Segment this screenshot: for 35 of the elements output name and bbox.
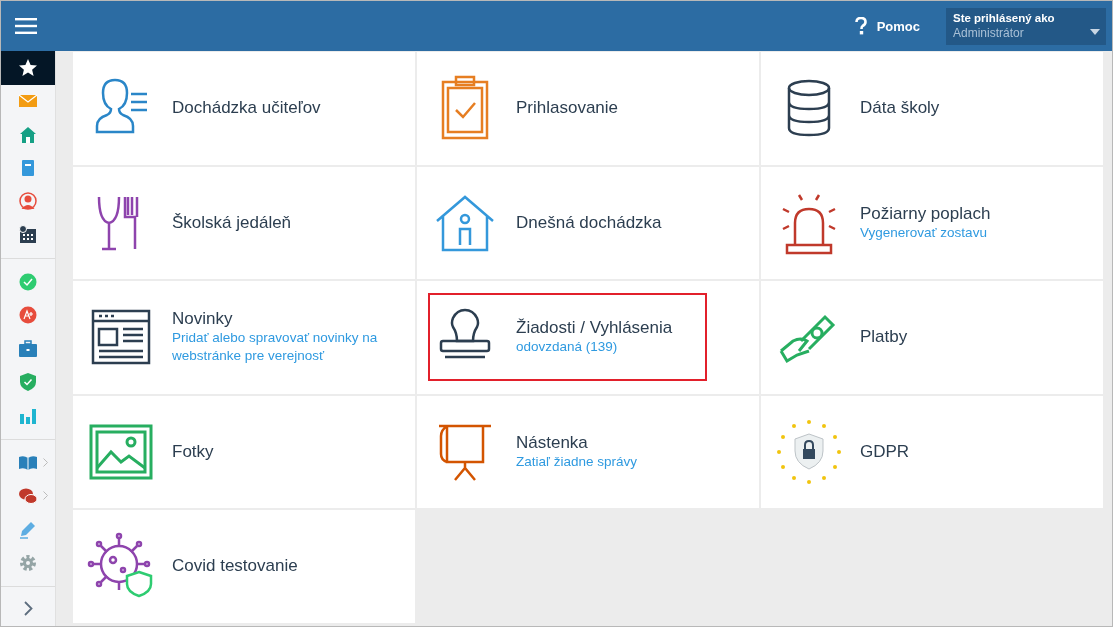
module-tile[interactable]: Fotky bbox=[73, 395, 415, 508]
tile-title: Novinky bbox=[172, 309, 234, 330]
tile-title: Dochádzka učiteľov bbox=[172, 98, 321, 119]
tile-title: GDPR bbox=[860, 441, 910, 462]
caret-icon bbox=[1090, 28, 1100, 35]
tile-title: Fotky bbox=[172, 441, 214, 462]
module-tile[interactable]: Platby bbox=[761, 281, 1103, 394]
module-tile[interactable]: Covid testovanie bbox=[73, 510, 415, 623]
module-tile[interactable]: Dnešná dochádzka bbox=[417, 166, 759, 279]
module-tile[interactable]: Žiadosti / Vyhlásenia odovzdaná (139) bbox=[417, 281, 759, 394]
chevron-icon bbox=[23, 600, 33, 616]
module-tile[interactable]: Dáta školy bbox=[761, 52, 1103, 165]
module-tile[interactable]: Prihlasovanie bbox=[417, 52, 759, 165]
tile-title: Dáta školy bbox=[860, 98, 940, 119]
module-tile[interactable]: Novinky Pridať alebo spravovať novinky na webstránke pre verejnosť bbox=[73, 281, 415, 394]
chevron-icon bbox=[43, 491, 48, 500]
tile-title: Dnešná dochádzka bbox=[516, 212, 662, 233]
module-tile[interactable]: Požiarny poplach Vygenerovať zostavu bbox=[761, 166, 1103, 279]
tile-title: Platby bbox=[860, 327, 908, 348]
sidebar-item[interactable] bbox=[1, 51, 55, 85]
module-tile[interactable]: Dochádzka učiteľov bbox=[73, 52, 415, 165]
tile-title: Žiadosti / Vyhlásenia bbox=[516, 318, 673, 339]
menu-icon bbox=[15, 18, 37, 34]
help-icon bbox=[854, 17, 867, 35]
tile-title: Covid testovanie bbox=[172, 556, 298, 577]
module-tile[interactable]: Školská jedáleň bbox=[73, 166, 415, 279]
tile-title: Požiarny poplach bbox=[860, 203, 991, 224]
tile-title: Školská jedáleň bbox=[172, 212, 292, 233]
tile-title: Nástenka bbox=[516, 432, 589, 453]
user-dropdown[interactable]: Ste prihlásený ako Administrátor bbox=[946, 7, 1106, 45]
tile-title: Prihlasovanie bbox=[516, 98, 619, 119]
help-button[interactable]: Pomoc bbox=[854, 17, 920, 35]
module-tile[interactable]: Nástenka Zatiaľ žiadne správy bbox=[417, 395, 759, 508]
module-tile[interactable]: GDPR bbox=[761, 395, 1103, 508]
chevron-icon bbox=[43, 457, 48, 467]
